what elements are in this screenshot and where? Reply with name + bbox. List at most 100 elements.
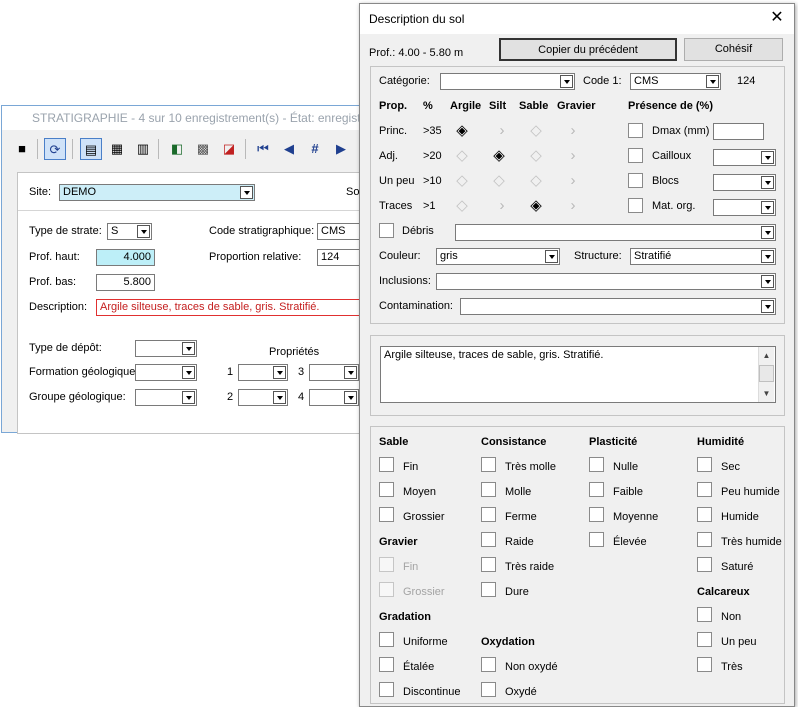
mat-org-checkbox[interactable] — [628, 198, 643, 213]
plasticite-moyenne-checkbox[interactable] — [589, 507, 604, 522]
plasticite-elevee-checkbox[interactable] — [589, 532, 604, 547]
silt-princ-chevron[interactable]: › — [496, 123, 508, 138]
gradation-etalee-checkbox[interactable] — [379, 657, 394, 672]
dialog-title: Description du sol — [360, 4, 794, 34]
debris-label: Débris — [402, 225, 434, 237]
sable-traces-diamond[interactable]: ◈ — [529, 198, 543, 213]
description-du-sol-dialog: Description du sol ✕ Prof.: 4.00 - 5.80 … — [359, 3, 795, 707]
sable-adj-diamond[interactable]: ◇ — [529, 148, 543, 163]
debris-select[interactable] — [455, 224, 776, 241]
sable-princ-diamond[interactable]: ◇ — [529, 123, 543, 138]
description-scrollbar[interactable]: ▲ ▼ — [758, 347, 774, 402]
propriete-1-select[interactable] — [238, 364, 288, 381]
structure-select[interactable]: Stratifié — [630, 248, 776, 265]
groupe-select[interactable] — [135, 389, 197, 406]
gravier-grossier-checkbox[interactable] — [379, 582, 394, 597]
humidite-humide-checkbox[interactable] — [697, 507, 712, 522]
mat-org-select[interactable] — [713, 199, 776, 216]
scroll-up-icon[interactable]: ▲ — [759, 347, 774, 364]
refresh-icon[interactable]: ⟳ — [44, 138, 66, 160]
argile-traces-diamond[interactable]: ◇ — [455, 198, 469, 213]
gravier-fin-checkbox[interactable] — [379, 557, 394, 572]
prof-bas-field[interactable]: 5.800 — [96, 274, 155, 291]
scroll-thumb[interactable] — [759, 365, 774, 382]
formation-select[interactable] — [135, 364, 197, 381]
new-record-icon[interactable]: ◧ — [166, 138, 188, 160]
calcareux-tres-checkbox[interactable] — [697, 657, 712, 672]
cohesif-button[interactable]: Cohésif — [684, 38, 783, 61]
structure-label: Structure: — [574, 250, 622, 262]
form-view-icon[interactable]: ▤ — [80, 138, 102, 160]
pct-header: % — [423, 100, 433, 112]
goto-record-icon[interactable]: # — [304, 138, 326, 160]
humidite-peu-humide-checkbox[interactable] — [697, 482, 712, 497]
consistance-dure-checkbox[interactable] — [481, 582, 496, 597]
consistance-raide-checkbox[interactable] — [481, 532, 496, 547]
couleur-select[interactable]: gris — [436, 248, 560, 265]
categorie-select[interactable] — [440, 73, 575, 90]
propriete-2-select[interactable] — [238, 389, 288, 406]
cailloux-select[interactable] — [713, 149, 776, 166]
calcareux-non-checkbox[interactable] — [697, 607, 712, 622]
close-icon[interactable]: ✕ — [769, 10, 785, 26]
argile-adj-diamond[interactable]: ◇ — [455, 148, 469, 163]
previous-record-icon[interactable]: ◀ — [278, 138, 300, 160]
dmax-field[interactable] — [713, 123, 764, 140]
propriete-3-select[interactable] — [309, 364, 359, 381]
save-icon[interactable]: ■ — [11, 138, 33, 160]
consistance-molle-checkbox[interactable] — [481, 482, 496, 497]
sable-moyen-checkbox[interactable] — [379, 482, 394, 497]
sable-fin-checkbox[interactable] — [379, 457, 394, 472]
consistance-tres-raide-checkbox[interactable] — [481, 557, 496, 572]
gravier-unpeu-chevron[interactable]: › — [567, 173, 579, 188]
next-record-icon[interactable]: ▶ — [330, 138, 352, 160]
silt-unpeu-diamond[interactable]: ◇ — [492, 173, 506, 188]
argile-princ-diamond[interactable]: ◈ — [455, 123, 469, 138]
plasticite-nulle-checkbox[interactable] — [589, 457, 604, 472]
plasticite-faible-checkbox[interactable] — [589, 482, 604, 497]
type-strate-select[interactable]: S — [107, 223, 152, 240]
table-view-icon[interactable]: ▦ — [106, 138, 128, 160]
prof-haut-field[interactable]: 4.000 — [96, 249, 155, 266]
silt-traces-chevron[interactable]: › — [496, 198, 508, 213]
list-view-icon[interactable]: ▥ — [132, 138, 154, 160]
sable-grossier-checkbox[interactable] — [379, 507, 394, 522]
delete-record-icon[interactable]: ◪ — [218, 138, 240, 160]
oxydation-oxyde-checkbox[interactable] — [481, 682, 496, 697]
propriete-4-select[interactable] — [309, 389, 359, 406]
sable-unpeu-diamond[interactable]: ◇ — [529, 173, 543, 188]
oxydation-non-oxyde-checkbox[interactable] — [481, 657, 496, 672]
description-field[interactable]: Argile silteuse, traces de sable, gris. … — [96, 299, 370, 316]
first-record-icon[interactable]: ⏮ — [252, 138, 274, 160]
gravier-adj-chevron[interactable]: › — [567, 148, 579, 163]
classification-group: Catégorie: Code 1: CMS 124 Prop. % Argil… — [370, 66, 785, 324]
gradation-discontinue-checkbox[interactable] — [379, 682, 394, 697]
cailloux-checkbox[interactable] — [628, 148, 643, 163]
copy-previous-button[interactable]: Copier du précédent — [499, 38, 677, 61]
contamination-select[interactable] — [460, 298, 776, 315]
calcareux-un-peu-checkbox[interactable] — [697, 632, 712, 647]
silt-adj-diamond[interactable]: ◈ — [492, 148, 506, 163]
scroll-down-icon[interactable]: ▼ — [759, 385, 774, 402]
humidite-sature-checkbox[interactable] — [697, 557, 712, 572]
code1-select[interactable]: CMS — [630, 73, 721, 90]
blocs-checkbox[interactable] — [628, 173, 643, 188]
argile-unpeu-diamond[interactable]: ◇ — [455, 173, 469, 188]
gravier-traces-chevron[interactable]: › — [567, 198, 579, 213]
consistance-tres-molle-checkbox[interactable] — [481, 457, 496, 472]
sable-section-header: Sable — [379, 436, 409, 448]
type-depot-select[interactable] — [135, 340, 197, 357]
humidite-tres-humide-checkbox[interactable] — [697, 532, 712, 547]
inclusions-select[interactable] — [436, 273, 776, 290]
blocs-select[interactable] — [713, 174, 776, 191]
dmax-checkbox[interactable] — [628, 123, 643, 138]
humidite-sec-checkbox[interactable] — [697, 457, 712, 472]
debris-checkbox[interactable] — [379, 223, 394, 238]
copy-record-icon[interactable]: ▩ — [192, 138, 214, 160]
site-select[interactable]: DEMO — [59, 184, 255, 201]
presence-header: Présence de (%) — [628, 100, 713, 112]
description-textarea[interactable]: Argile silteuse, traces de sable, gris. … — [380, 346, 776, 403]
consistance-ferme-checkbox[interactable] — [481, 507, 496, 522]
gradation-uniforme-checkbox[interactable] — [379, 632, 394, 647]
gravier-princ-chevron[interactable]: › — [567, 123, 579, 138]
